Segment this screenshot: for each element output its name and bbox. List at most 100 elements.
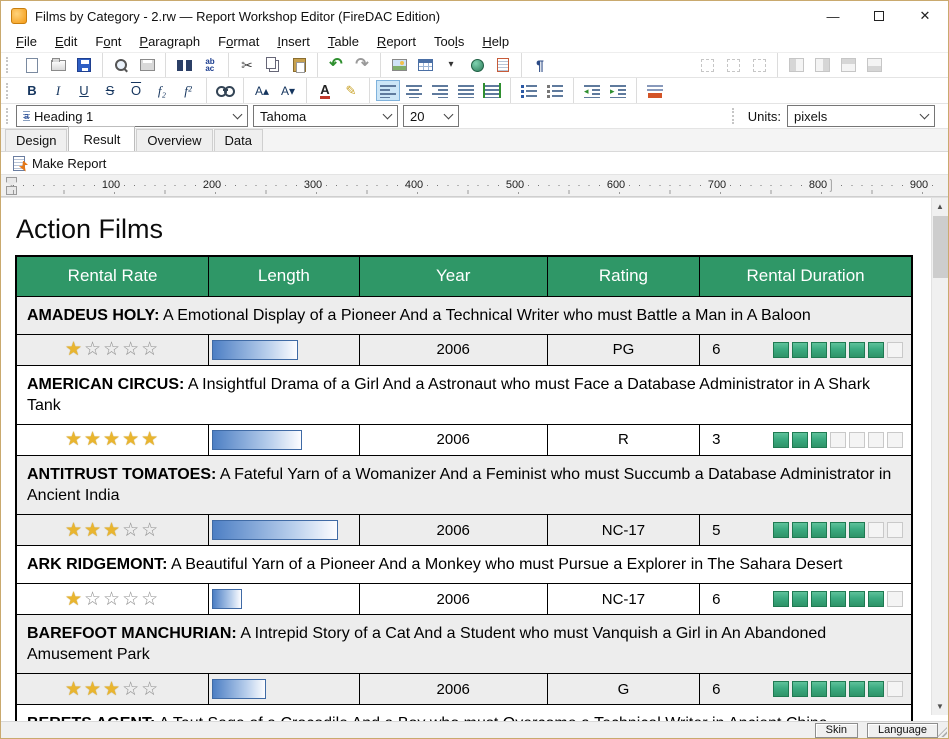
fit-width-icon — [483, 83, 501, 98]
language-button[interactable]: Language — [867, 723, 938, 738]
toolbar-grip[interactable] — [6, 83, 12, 99]
duration-box-empty-icon — [887, 681, 903, 697]
grow-font-button[interactable]: A▴ — [250, 80, 274, 101]
star-empty-icon: ☆ — [122, 339, 141, 360]
column-header-rating: Rating — [547, 256, 699, 296]
toolbar-grip[interactable] — [6, 108, 12, 124]
menu-item-edit[interactable]: Edit — [46, 32, 86, 51]
tab-data[interactable]: Data — [214, 129, 263, 151]
open-folder-button[interactable] — [46, 55, 70, 76]
font-size-combobox[interactable]: 20 — [403, 105, 459, 127]
scrollbar-thumb[interactable] — [933, 216, 948, 278]
menu-item-table[interactable]: Table — [319, 32, 368, 51]
resize-grip[interactable] — [937, 727, 947, 737]
menu-item-help[interactable]: Help — [473, 32, 518, 51]
menu-item-font[interactable]: Font — [86, 32, 130, 51]
frame-tool-2-button[interactable] — [721, 55, 745, 76]
paste-button[interactable] — [287, 55, 311, 76]
italic-button[interactable]: I — [46, 80, 70, 101]
tab-overview[interactable]: Overview — [136, 129, 212, 151]
align-left-button[interactable] — [376, 80, 400, 101]
insert-hyperlink-button[interactable] — [465, 55, 489, 76]
align-justify-button[interactable] — [454, 80, 478, 101]
paste-icon — [293, 58, 306, 72]
align-right-button[interactable] — [428, 80, 452, 101]
frame-tool-3-button[interactable] — [747, 55, 771, 76]
star-empty-icon: ☆ — [122, 520, 141, 541]
layout-top-button[interactable] — [836, 55, 860, 76]
star-filled-icon: ★ — [103, 520, 122, 541]
rating-cell: NC-17 — [547, 515, 699, 546]
new-document-button[interactable] — [20, 55, 44, 76]
insert-image-button[interactable] — [387, 55, 411, 76]
strikethrough-button[interactable]: S — [98, 80, 122, 101]
replace-button[interactable]: ab ac — [198, 55, 222, 76]
increase-indent-button[interactable] — [606, 80, 630, 101]
align-center-button[interactable] — [402, 80, 426, 101]
underline-button[interactable]: U — [72, 80, 96, 101]
numbered-list-button[interactable] — [543, 80, 567, 101]
frame-tool-3-icon — [753, 59, 766, 72]
minimize-button[interactable]: — — [810, 1, 856, 31]
shrink-font-button[interactable]: A▾ — [276, 80, 300, 101]
report-preview-pane: Action Films Rental RateLengthYearRating… — [1, 197, 948, 721]
font-name-combobox[interactable]: Tahoma — [253, 105, 398, 127]
scroll-up-arrow-icon[interactable]: ▲ — [932, 198, 948, 215]
skin-button[interactable]: Skin — [815, 723, 858, 738]
rental-duration-cell: 6 — [700, 584, 912, 615]
redo-button[interactable]: ↷ — [350, 55, 374, 76]
frame-tool-1-icon — [701, 59, 714, 72]
close-button[interactable]: ✕ — [902, 1, 948, 31]
print-icon — [140, 59, 155, 71]
insert-table-button[interactable] — [413, 55, 437, 76]
print-button[interactable] — [135, 55, 159, 76]
menu-item-file[interactable]: File — [7, 32, 46, 51]
bullet-list-button[interactable] — [517, 80, 541, 101]
overline-button[interactable]: O — [124, 80, 148, 101]
tab-design[interactable]: Design — [5, 129, 67, 151]
decrease-indent-button[interactable] — [580, 80, 604, 101]
make-report-button[interactable]: Make Report — [7, 155, 112, 172]
menu-item-paragraph[interactable]: Paragraph — [130, 32, 209, 51]
font-color-button[interactable]: A — [313, 80, 337, 101]
tab-result[interactable]: Result — [68, 126, 135, 151]
cut-button[interactable]: ✂ — [235, 55, 259, 76]
make-report-icon — [13, 156, 25, 171]
insert-text-frame-button[interactable] — [491, 55, 515, 76]
copy-button[interactable] — [261, 55, 285, 76]
table-dropdown-button[interactable]: ▾ — [439, 55, 463, 76]
units-combobox[interactable]: pixels — [787, 105, 935, 127]
toolbar-grip[interactable] — [6, 57, 12, 73]
save-button[interactable] — [72, 55, 96, 76]
menu-item-format[interactable]: Format — [209, 32, 268, 51]
layout-left-button[interactable] — [784, 55, 808, 76]
toolbar-grip[interactable] — [732, 108, 738, 124]
superscript-button[interactable]: f² — [176, 80, 200, 101]
ruler-number: 200 — [200, 178, 224, 192]
highlight-color-button[interactable]: ✎ — [339, 80, 363, 101]
layout-right-button[interactable] — [810, 55, 834, 76]
vertical-scrollbar[interactable]: ▲ ▼ — [931, 198, 948, 715]
duration-box-filled-icon — [849, 681, 865, 697]
frame-tool-1-button[interactable] — [695, 55, 719, 76]
character-preview-button[interactable] — [213, 80, 237, 101]
duration-box-filled-icon — [773, 432, 789, 448]
subscript-button[interactable]: f₂ — [150, 80, 174, 101]
duration-box-filled-icon — [830, 342, 846, 358]
star-filled-icon: ★ — [141, 429, 160, 450]
bold-button[interactable]: B — [20, 80, 44, 101]
menu-item-tools[interactable]: Tools — [425, 32, 473, 51]
formatting-marks-button[interactable]: ¶ — [528, 55, 552, 76]
print-preview-button[interactable] — [109, 55, 133, 76]
paragraph-style-combobox[interactable]: a Heading 1 — [16, 105, 248, 127]
maximize-button[interactable] — [856, 1, 902, 31]
menu-item-report[interactable]: Report — [368, 32, 425, 51]
menu-item-insert[interactable]: Insert — [268, 32, 319, 51]
layout-bottom-button[interactable] — [862, 55, 886, 76]
chevron-down-icon — [444, 110, 454, 120]
horizontal-rule-button[interactable] — [643, 80, 667, 101]
undo-button[interactable]: ↶ — [324, 55, 348, 76]
fit-width-button[interactable] — [480, 80, 504, 101]
find-button[interactable] — [172, 55, 196, 76]
scroll-down-arrow-icon[interactable]: ▼ — [932, 698, 948, 715]
